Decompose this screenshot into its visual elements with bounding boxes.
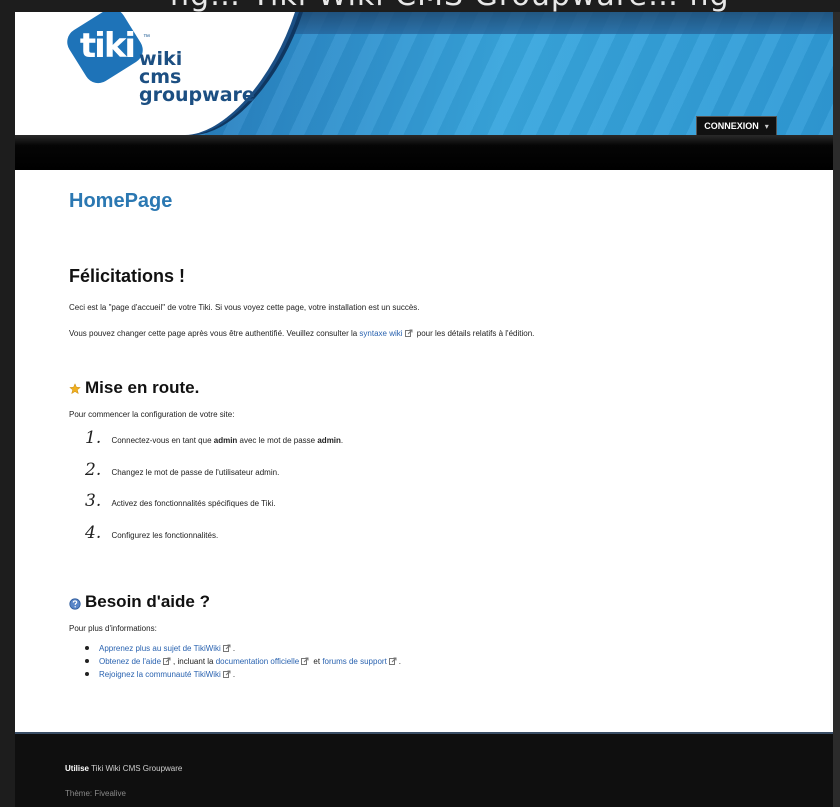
step-text: Activez des fonctionnalités spécifiques … [111,499,276,508]
site-header: tiki ™ wiki cms groupware CONNEXION ▾ [15,12,833,135]
bullet [85,646,89,650]
p2-text-before: Vous pouvez changer cette page après vou… [69,329,360,338]
right-scrollbar[interactable] [833,12,840,807]
external-link-icon [388,657,397,665]
getting-started-intro: Pour commencer la configuration de votre… [69,410,235,419]
congrats-paragraph-1: Ceci est la "page d'accueil" de votre Ti… [69,303,420,312]
tiki-logo[interactable]: tiki ™ wiki cms groupware [61,12,267,124]
step-1-bold-user: admin [213,436,238,445]
main-content: HomePage Félicitations ! Ceci est la "pa… [15,170,833,732]
join-community-link[interactable]: Rejoignez la communauté TikiWiki [99,670,221,679]
item-1-after: . [232,644,236,653]
logo-bubble-text: tiki [79,26,136,66]
login-label: CONNEXION [704,121,759,131]
external-link-icon [301,657,309,665]
external-link-icon [222,644,231,652]
step-1-after: . [340,436,344,445]
bullet [85,672,89,676]
tiki-powered-link[interactable]: Tiki Wiki CMS Groupware [89,764,182,773]
official-docs-link[interactable]: documentation officielle [216,657,299,666]
step-text: Configurez les fonctionnalités. [111,531,219,540]
step-number: 4. [85,523,102,543]
bullet [85,659,89,663]
step-1-middle: avec le mot de passe [237,436,318,445]
step-text: Changez le mot de passe de l'utilisateur… [111,468,280,477]
logo-trademark: ™ [143,34,150,41]
help-intro: Pour plus d'informations: [69,624,157,633]
top-navbar [15,135,833,170]
page-title: HomePage [69,190,173,212]
item-2-after: . [398,657,402,666]
help-icon [69,597,81,610]
list-item-step-4: 4. Configurez les fonctionnalités. [85,523,218,543]
support-forums-link[interactable]: forums de support [322,657,386,666]
item-2-middle2: et [311,657,323,666]
powered-by-bold: Utilise [65,764,90,773]
item-3-after: . [232,670,236,679]
getting-started-heading: Mise en route. [85,378,200,397]
list-item-help-3: Rejoignez la communauté TikiWiki. [85,670,235,679]
site-footer: Utilise Tiki Wiki CMS Groupware Thème: F… [15,732,833,807]
step-1-before: Connectez-vous en tant que [111,436,214,445]
external-link-icon [222,670,231,678]
external-link-icon [404,329,413,337]
congrats-heading: Félicitations ! [69,266,186,286]
star-icon [69,382,81,395]
left-frame [0,0,15,807]
window-title-strip: ng… Tiki Wiki CMS Groupware… ng [0,0,840,12]
congrats-paragraph-2: Vous pouvez changer cette page après vou… [69,329,534,338]
list-item-help-2: Obtenez de l'aide , incluant la documenta… [85,657,401,666]
get-help-link[interactable]: Obtenez de l'aide [99,657,161,666]
list-item-step-3: 3. Activez des fonctionnalités spécifiqu… [85,491,276,511]
step-number: 3. [85,491,102,511]
login-dropdown-button[interactable]: CONNEXION ▾ [696,116,777,135]
step-number: 2. [85,460,102,480]
chevron-down-icon: ▾ [764,121,769,131]
tiki-page: tiki ™ wiki cms groupware CONNEXION ▾ Ho… [15,12,833,807]
learn-tikiwiki-link[interactable]: Apprenez plus au sujet de TikiWiki [99,644,221,653]
logo-words: wiki cms groupware [139,50,255,106]
list-item-help-1: Apprenez plus au sujet de TikiWiki. [85,644,235,653]
wiki-syntax-link[interactable]: syntaxe wiki [359,329,402,338]
external-link-icon [163,657,171,665]
list-item-step-2: 2. Changez le mot de passe de l'utilisat… [85,460,279,480]
list-item-step-1: 1. Connectez-vous en tant que admin avec… [85,428,343,448]
step-1-bold-password: admin [317,436,341,445]
step-text: Connectez-vous en tant que admin avec le… [111,436,343,445]
powered-by: Utilise Tiki Wiki CMS Groupware [65,764,182,773]
help-heading: Besoin d'aide ? [85,592,210,611]
logo-word-groupware: groupware [139,84,255,106]
p2-text-after: pour les détails relatifs à l'édition. [414,329,535,338]
window-title: ng… Tiki Wiki CMS Groupware… ng [170,0,730,12]
item-2-middle: , incluant la [173,657,216,666]
step-number: 1. [85,428,102,448]
theme-label: Thème: Fivealive [65,789,126,798]
